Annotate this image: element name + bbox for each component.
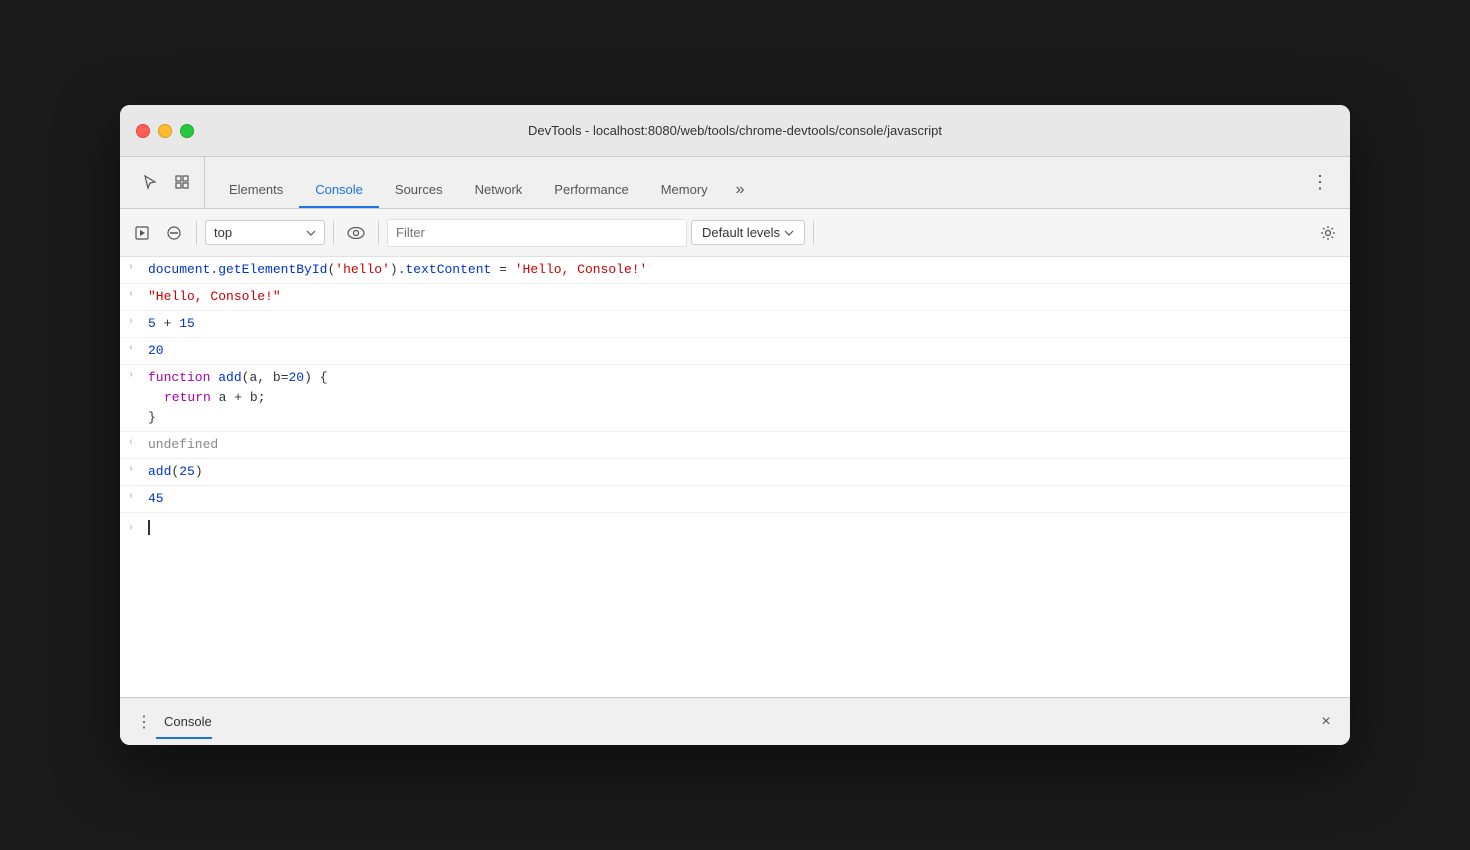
chevron-down-icon [306,230,316,236]
console-line-4: ‹ 20 [120,338,1350,365]
content-3: 5 + 15 [148,314,1342,334]
console-toolbar: top Default levels [120,209,1350,257]
console-line-5: › function add(a, b=20) { return a + b; … [120,365,1350,432]
content-5-line1: function add(a, b=20) { [148,368,1342,388]
bottom-bar-label-wrap: Console [156,713,212,731]
title-bar: DevTools - localhost:8080/web/tools/chro… [120,105,1350,157]
console-line-6: ‹ undefined [120,432,1350,459]
tab-network[interactable]: Network [459,172,539,208]
arrow-2: ‹ [128,287,148,300]
console-line-3: › 5 + 15 [120,311,1350,338]
console-line-7: › add(25) [120,459,1350,486]
toolbar-divider-4 [813,221,814,245]
levels-dropdown[interactable]: Default levels [691,220,805,245]
content-7: add(25) [148,462,1342,482]
content-5-line2: return a + b; [148,388,1342,408]
traffic-lights [136,124,194,138]
arrow-4: ‹ [128,341,148,354]
tab-memory[interactable]: Memory [645,172,724,208]
maximize-button[interactable] [180,124,194,138]
arrow-7[interactable]: › [128,462,148,475]
content-8: 45 [148,489,1342,509]
content-2: "Hello, Console!" [148,287,1342,307]
arrow-input: › [128,521,148,534]
arrow-8: ‹ [128,489,148,502]
devtools-tabs: Elements Console Sources Network Perform… [120,157,1350,209]
eye-icon[interactable] [342,219,370,247]
content-4: 20 [148,341,1342,361]
bottom-bar-close-button[interactable]: × [1314,710,1338,734]
arrow-3[interactable]: › [128,314,148,327]
levels-chevron-icon [784,230,794,236]
console-line-8: ‹ 45 [120,486,1350,513]
arrow-5[interactable]: › [128,368,148,381]
bottom-bar-label: Console [164,714,212,729]
context-dropdown[interactable]: top [205,220,325,245]
content-5-line3: } [148,408,1342,428]
content-1: document.getElementById('hello').textCon… [148,260,1342,280]
more-tabs-button[interactable]: » [728,172,753,208]
execute-icon[interactable] [128,219,156,247]
console-line-1: › document.getElementById('hello').textC… [120,257,1350,284]
toolbar-divider-2 [333,221,334,245]
filter-input[interactable] [387,219,687,247]
tab-elements[interactable]: Elements [213,172,299,208]
bottom-bar-underline [156,737,212,739]
content-6: undefined [148,435,1342,455]
minimize-button[interactable] [158,124,172,138]
tab-sources[interactable]: Sources [379,172,459,208]
console-line-2: ‹ "Hello, Console!" [120,284,1350,311]
arrow-1[interactable]: › [128,260,148,273]
clear-icon[interactable] [160,219,188,247]
console-input-area[interactable]: › [120,513,1350,541]
settings-icon[interactable] [1314,219,1342,247]
arrow-6: ‹ [128,435,148,448]
close-button[interactable] [136,124,150,138]
cursor [148,520,150,535]
tab-icons [128,156,205,208]
bottom-bar-dots-icon[interactable]: ⋮ [132,710,156,734]
bottom-bar: ⋮ Console × [120,697,1350,745]
devtools-window: DevTools - localhost:8080/web/tools/chro… [120,105,1350,745]
window-title: DevTools - localhost:8080/web/tools/chro… [528,123,942,138]
cursor-icon[interactable] [136,168,164,196]
devtools-menu-button[interactable]: ⋮ [1306,168,1334,196]
inspect-icon[interactable] [168,168,196,196]
tab-console[interactable]: Console [299,172,379,208]
toolbar-divider-3 [378,221,379,245]
toolbar-divider-1 [196,221,197,245]
tab-performance[interactable]: Performance [538,172,644,208]
console-output: › document.getElementById('hello').textC… [120,257,1350,697]
